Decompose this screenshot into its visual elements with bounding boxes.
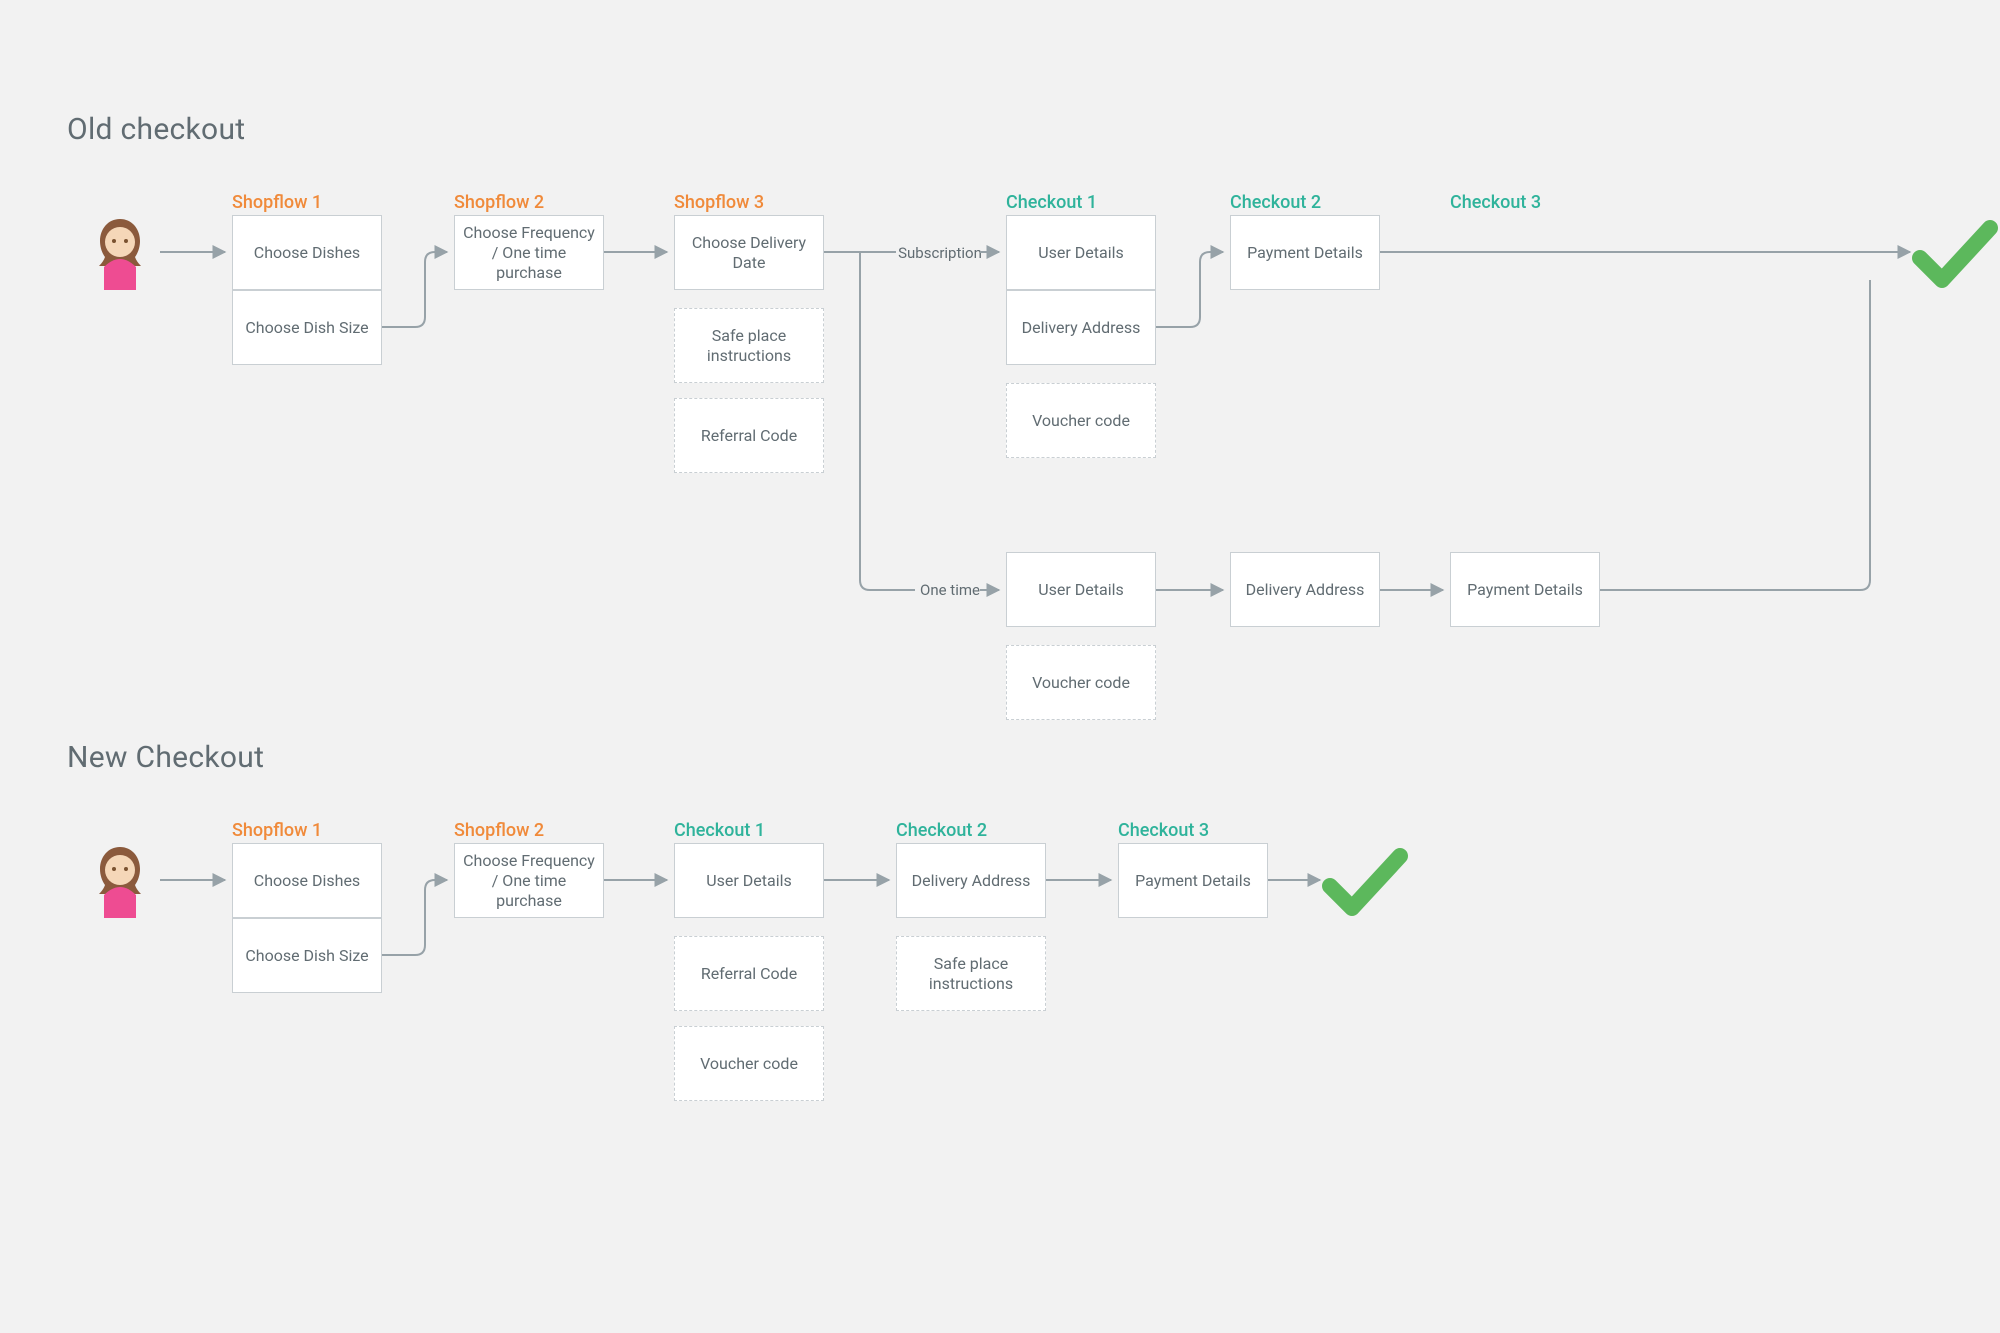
box-choose-frequency: Choose Frequency / One time purchase xyxy=(454,215,604,290)
col-label-shopflow1: Shopflow 1 xyxy=(232,192,322,213)
box-choose-delivery-date: Choose Delivery Date xyxy=(674,215,824,290)
box-voucher-sub: Voucher code xyxy=(1006,383,1156,458)
box-delivery-address-once: Delivery Address xyxy=(1230,552,1380,627)
box-user-details-once: User Details xyxy=(1006,552,1156,627)
box-choose-dish-size: Choose Dish Size xyxy=(232,290,382,365)
box-payment-new: Payment Details xyxy=(1118,843,1268,918)
box-delivery-address-sub: Delivery Address xyxy=(1006,290,1156,365)
checkmark-icon xyxy=(1330,856,1400,908)
col-label-shopflow2-new: Shopflow 2 xyxy=(454,820,544,841)
box-payment-once: Payment Details xyxy=(1450,552,1600,627)
col-label-shopflow3: Shopflow 3 xyxy=(674,192,764,213)
col-label-shopflow2: Shopflow 2 xyxy=(454,192,544,213)
section-title-old: Old checkout xyxy=(67,112,245,147)
box-referral-code-new: Referral Code xyxy=(674,936,824,1011)
col-label-checkout2: Checkout 2 xyxy=(1230,192,1321,213)
box-choose-dish-size-new: Choose Dish Size xyxy=(232,918,382,993)
box-referral-code: Referral Code xyxy=(674,398,824,473)
box-choose-dishes: Choose Dishes xyxy=(232,215,382,290)
box-user-details-new: User Details xyxy=(674,843,824,918)
box-safe-place-new: Safe place instructions xyxy=(896,936,1046,1011)
col-label-checkout1: Checkout 1 xyxy=(1006,192,1097,213)
box-voucher-once: Voucher code xyxy=(1006,645,1156,720)
col-label-checkout2-new: Checkout 2 xyxy=(896,820,987,841)
edge-label-subscription: Subscription xyxy=(898,244,982,262)
col-label-shopflow1-new: Shopflow 1 xyxy=(232,820,322,841)
box-user-details-sub: User Details xyxy=(1006,215,1156,290)
box-choose-frequency-new: Choose Frequency / One time purchase xyxy=(454,843,604,918)
box-delivery-address-new: Delivery Address xyxy=(896,843,1046,918)
col-label-checkout3: Checkout 3 xyxy=(1450,192,1541,213)
box-choose-dishes-new: Choose Dishes xyxy=(232,843,382,918)
box-safe-place: Safe place instructions xyxy=(674,308,824,383)
section-title-new: New Checkout xyxy=(67,740,264,775)
box-payment-sub: Payment Details xyxy=(1230,215,1380,290)
persona-icon xyxy=(88,215,152,294)
checkmark-icon xyxy=(1920,228,1990,280)
edge-label-one-time: One time xyxy=(920,581,980,599)
col-label-checkout3-new: Checkout 3 xyxy=(1118,820,1209,841)
box-voucher-code-new: Voucher code xyxy=(674,1026,824,1101)
col-label-checkout1-new: Checkout 1 xyxy=(674,820,765,841)
persona-icon xyxy=(88,843,152,922)
